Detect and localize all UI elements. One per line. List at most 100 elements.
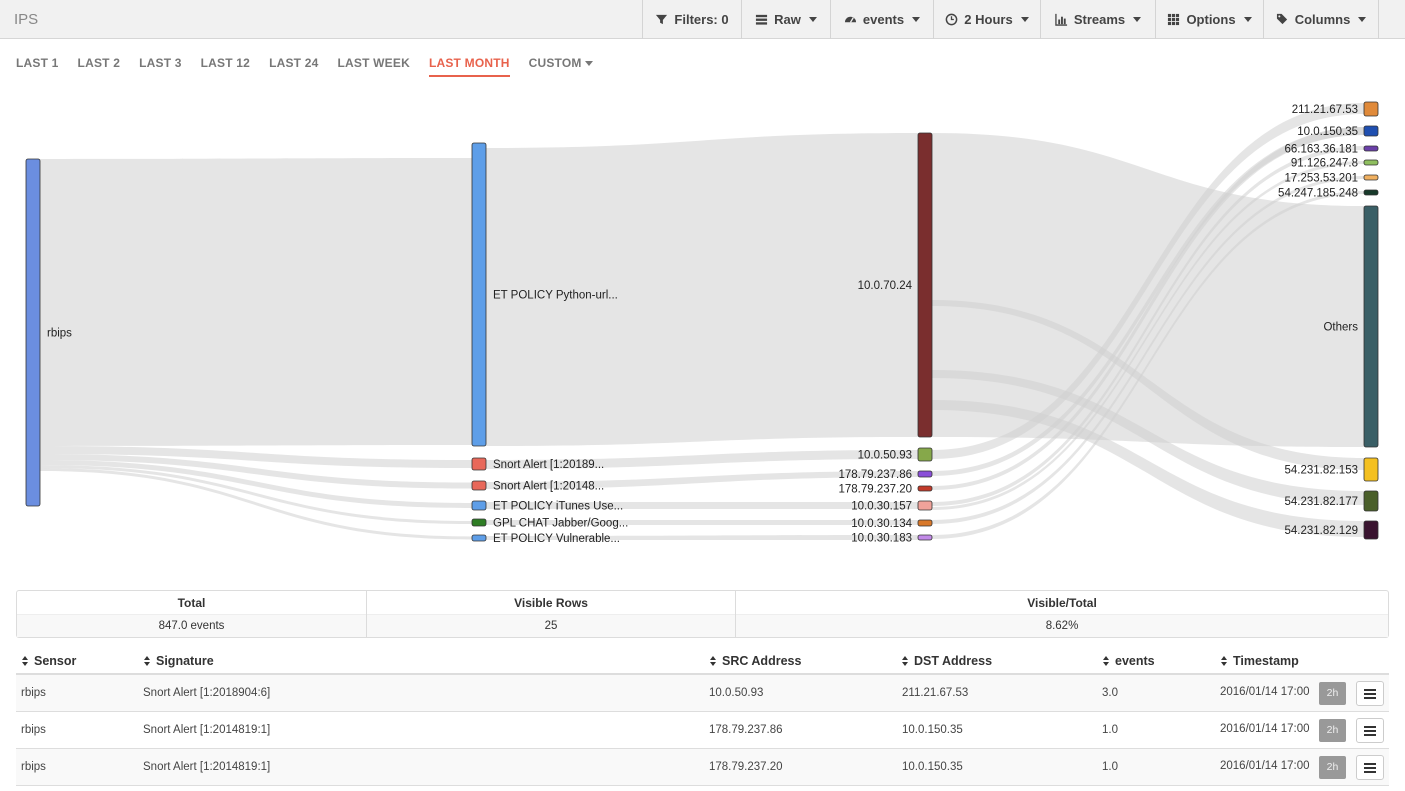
sort-icon — [902, 656, 909, 666]
column-header-label: Sensor — [34, 654, 77, 668]
chevron-down-icon — [1133, 17, 1142, 22]
signature-node — [471, 534, 487, 542]
row-details-button[interactable] — [1356, 755, 1384, 780]
summary-total-value: 847.0 events — [17, 615, 366, 637]
tab-last-24[interactable]: LAST 24 — [269, 56, 318, 77]
cell-dst-address: 211.21.67.53 — [902, 687, 969, 699]
cell-dst-address: 10.0.150.35 — [902, 724, 963, 736]
src-address-node — [917, 470, 933, 478]
dst-address-node — [1363, 205, 1379, 448]
src-address-label: 10.0.30.134 — [851, 518, 912, 530]
row-details-button[interactable] — [1356, 681, 1384, 706]
tab-last-1[interactable]: LAST 1 — [16, 56, 59, 77]
options-dropdown[interactable]: Options — [1155, 0, 1263, 39]
column-header-label: Signature — [156, 654, 214, 668]
events-dropdown[interactable]: events — [830, 0, 933, 39]
time-window-badge[interactable]: 2h — [1319, 682, 1346, 705]
dst-address-node — [1363, 490, 1379, 512]
signature-label: Snort Alert [1:20148... — [493, 481, 604, 493]
signature-node — [471, 518, 487, 527]
column-header-events[interactable]: events — [1103, 654, 1155, 668]
time-range-label: 2 Hours — [964, 12, 1013, 27]
chevron-down-icon — [584, 61, 593, 67]
app-title: IPS — [14, 11, 39, 28]
streams-label: Streams — [1073, 12, 1126, 27]
chevron-down-icon — [1020, 17, 1029, 22]
clock-icon — [945, 13, 958, 26]
dst-address-label: 54.247.185.248 — [1278, 188, 1358, 200]
dst-address-node — [1363, 101, 1379, 117]
cell-signature: Snort Alert [1:2014819:1] — [143, 724, 271, 736]
sort-icon — [144, 656, 151, 666]
src-address-label: 10.0.30.183 — [851, 533, 912, 545]
events-table: Sensor Signature SRC Address DST Address… — [16, 648, 1389, 786]
summary-ratio-value: 8.62% — [736, 615, 1388, 637]
signature-label: Snort Alert [1:20189... — [493, 459, 604, 471]
dashboard-icon — [844, 16, 856, 23]
cell-events: 1.0 — [1102, 761, 1118, 773]
cell-timestamp: 2016/01/14 17:00 — [1220, 760, 1310, 772]
row-details-button[interactable] — [1356, 718, 1384, 743]
signature-label: ET POLICY Python-url... — [493, 290, 618, 302]
summary-ratio-label: Visible/Total — [736, 591, 1388, 615]
dst-address-label: 54.231.82.129 — [1284, 525, 1358, 537]
src-address-label: 10.0.50.93 — [858, 450, 912, 462]
src-address-label: 10.0.70.24 — [858, 280, 913, 292]
tab-last-12[interactable]: LAST 12 — [201, 56, 250, 77]
cell-src-address: 178.79.237.20 — [709, 761, 783, 773]
columns-dropdown[interactable]: Columns — [1263, 0, 1379, 39]
toolbar: Filters: 0 Raw events 2 Hours Streams Op… — [642, 0, 1379, 39]
dst-address-label: 91.126.247.8 — [1291, 158, 1358, 170]
tab-last-week[interactable]: LAST WEEK — [337, 56, 409, 77]
cell-events: 3.0 — [1102, 687, 1118, 699]
sankey-link — [40, 158, 472, 446]
streams-dropdown[interactable]: Streams — [1040, 0, 1155, 39]
raw-label: Raw — [774, 12, 801, 27]
dst-address-node — [1363, 145, 1379, 152]
column-header-dst-address[interactable]: DST Address — [902, 654, 992, 668]
cell-signature: Snort Alert [1:2014819:1] — [143, 761, 271, 773]
signature-label: ET POLICY Vulnerable... — [493, 533, 620, 545]
signature-label: ET POLICY iTunes Use... — [493, 501, 623, 513]
tab-last-3[interactable]: LAST 3 — [139, 56, 182, 77]
cell-timestamp: 2016/01/14 17:00 — [1220, 723, 1310, 735]
filter-icon — [656, 14, 668, 25]
cell-events: 1.0 — [1102, 724, 1118, 736]
column-header-timestamp[interactable]: Timestamp — [1221, 654, 1299, 668]
dst-address-label: 66.163.36.181 — [1284, 144, 1358, 156]
column-header-signature[interactable]: Signature — [144, 654, 214, 668]
column-header-src-address[interactable]: SRC Address — [710, 654, 801, 668]
raw-dropdown[interactable]: Raw — [741, 0, 830, 39]
time-range-dropdown[interactable]: 2 Hours — [933, 0, 1040, 39]
chevron-down-icon — [1243, 17, 1252, 22]
summary-panel: Total 847.0 events Visible Rows 25 Visib… — [16, 590, 1389, 638]
tab-last-2[interactable]: LAST 2 — [78, 56, 121, 77]
sort-icon — [1221, 656, 1228, 666]
sensor-node — [25, 158, 41, 507]
tab-custom[interactable]: CUSTOM — [529, 56, 593, 77]
table-row: rbips Snort Alert [1:2018904:6] 10.0.50.… — [16, 675, 1389, 712]
cell-sensor: rbips — [21, 724, 46, 736]
tags-icon — [1276, 13, 1287, 25]
signature-node — [471, 480, 487, 491]
signature-label: GPL CHAT Jabber/Goog... — [493, 518, 628, 530]
dst-address-node — [1363, 125, 1379, 137]
cell-timestamp: 2016/01/14 17:00 — [1220, 686, 1310, 698]
chevron-down-icon — [808, 17, 817, 22]
filters-button[interactable]: Filters: 0 — [642, 0, 741, 39]
sankey-flows — [40, 103, 1364, 540]
tab-last-month[interactable]: LAST MONTH — [428, 56, 510, 77]
summary-visible-label: Visible Rows — [367, 591, 735, 615]
column-header-label: DST Address — [914, 654, 993, 668]
sort-icon — [710, 656, 717, 666]
grid-icon — [1168, 13, 1180, 26]
cell-signature: Snort Alert [1:2018904:6] — [143, 687, 271, 699]
dst-address-label: 54.231.82.177 — [1284, 496, 1358, 508]
time-window-badge[interactable]: 2h — [1319, 756, 1346, 779]
table-header: Sensor Signature SRC Address DST Address… — [16, 648, 1389, 675]
filters-label: Filters: 0 — [674, 12, 729, 27]
signature-node — [471, 500, 487, 511]
column-header-sensor[interactable]: Sensor — [22, 654, 76, 668]
time-window-badge[interactable]: 2h — [1319, 719, 1346, 742]
dst-address-node — [1363, 457, 1379, 482]
